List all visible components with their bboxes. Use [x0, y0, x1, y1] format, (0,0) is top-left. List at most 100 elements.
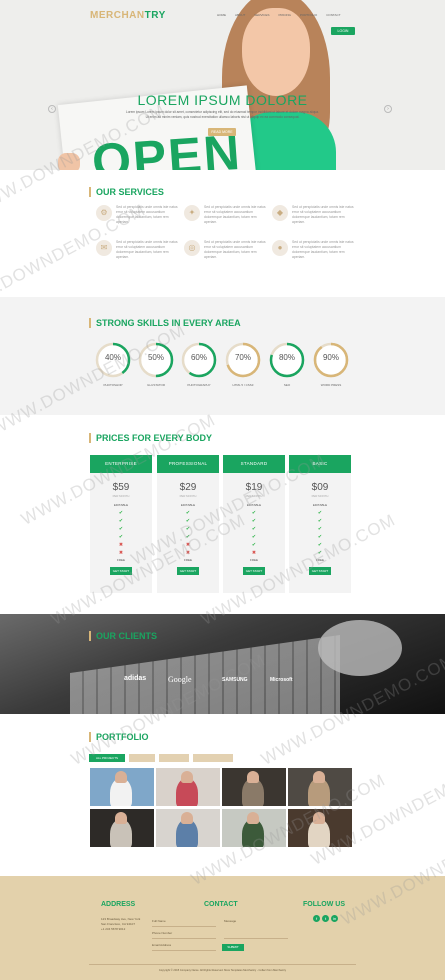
- skill-label: SEO: [283, 383, 291, 387]
- skill-item: 90% WORD PRESS: [312, 341, 350, 387]
- nav-item-pricing[interactable]: PRICING: [278, 13, 291, 17]
- skill-item: 40% PHOTOSHOP: [94, 341, 132, 387]
- check-icon: ✔: [251, 534, 257, 540]
- facebook-icon[interactable]: f: [313, 915, 320, 922]
- check-icon: ✔: [251, 526, 257, 532]
- service-text: Sed ut perspiciatis unde omnis iste natu…: [292, 205, 354, 224]
- plan-get-start-button[interactable]: GET START: [177, 567, 199, 575]
- check-icon: ✔: [185, 534, 191, 540]
- check-icon: ✔: [251, 510, 257, 516]
- skills-title: STRONG SKILLS IN EVERY AREA: [89, 318, 241, 328]
- slider-next-arrow-icon[interactable]: ›: [384, 105, 392, 113]
- plan-name: STANDARD: [223, 455, 285, 473]
- contact-email-underline: [152, 950, 216, 951]
- gear-icon: ⚙: [96, 205, 112, 221]
- contact-name-field[interactable]: Full Name: [152, 919, 166, 924]
- plan-get-start-button[interactable]: GET START: [243, 567, 265, 575]
- service-item: ◎ Sed ut perspiciatis unde omnis iste nat…: [184, 240, 266, 270]
- contact-email-field[interactable]: Email Address: [152, 943, 171, 948]
- skill-label: WORD PRESS: [320, 383, 342, 387]
- plan-get-start-button[interactable]: GET START: [110, 567, 132, 575]
- nav-item-home[interactable]: HOME: [217, 13, 226, 17]
- photo-head: [247, 812, 259, 824]
- keyboard-photo: [70, 635, 340, 714]
- check-icon: ✔: [118, 526, 124, 532]
- check-icon: ✔: [185, 518, 191, 524]
- portfolio-tab-all[interactable]: ALL PROJECTS: [89, 754, 125, 762]
- hero-subtitle-line2: Ut enim ad minim veniam, quis nostrud ex…: [145, 114, 300, 119]
- plan-period: PER MONTH: [112, 494, 130, 498]
- photo-head: [115, 812, 127, 824]
- skill-item: 70% HTML 5 / CSS3: [224, 341, 262, 387]
- portfolio-photo[interactable]: [288, 809, 352, 847]
- hero-read-more-button[interactable]: READ MORE: [208, 128, 236, 136]
- plan-feature: EDITABLE: [312, 503, 328, 507]
- cross-icon: ✖: [118, 550, 124, 556]
- plan-price: $29: [179, 482, 197, 493]
- cross-icon: ✖: [185, 542, 191, 548]
- hero-model-face: [242, 8, 310, 96]
- photo-head: [181, 771, 193, 783]
- contact-message-field[interactable]: Message: [224, 919, 236, 924]
- nav-item-contact[interactable]: CONTACT: [326, 13, 340, 17]
- skill-label: HTML 5 / CSS3: [232, 383, 254, 387]
- contact-name-underline: [152, 926, 216, 927]
- nav-item-about[interactable]: ABOUT: [235, 13, 245, 17]
- photo-head: [313, 771, 325, 783]
- check-icon: ✔: [251, 518, 257, 524]
- portfolio-photo[interactable]: [222, 809, 286, 847]
- hero-subtitle: Lorem ipsum Lorem ipsum dolor sit amet, …: [0, 110, 445, 119]
- login-button[interactable]: LOGIN: [331, 27, 355, 35]
- plan-price: $59: [112, 482, 130, 493]
- photo-head: [313, 812, 325, 824]
- plan-feature-list: ✔ ✔ ✔ ✔ ✔ ✔: [289, 509, 351, 557]
- check-icon: ✔: [118, 518, 124, 524]
- contact-phone-field[interactable]: Phone Number: [152, 931, 172, 936]
- copyright: Copyright © 2015 Company Name. All Right…: [158, 969, 287, 972]
- portfolio-tab-4[interactable]: [193, 754, 233, 762]
- skill-label: PHOTOGRAPHY: [187, 383, 211, 387]
- portfolio-photo[interactable]: [156, 768, 220, 806]
- clients-title: OUR CLIENTS: [89, 631, 157, 641]
- nav-item-services[interactable]: SERVICES: [254, 13, 269, 17]
- photo-head: [115, 771, 127, 783]
- service-item: ✦ Sed ut perspiciatis unde omnis iste nat…: [184, 205, 266, 235]
- portfolio-photo[interactable]: [90, 809, 154, 847]
- check-icon: ✔: [317, 542, 323, 548]
- slider-prev-arrow-icon[interactable]: ‹: [48, 105, 56, 113]
- portfolio-photo[interactable]: [222, 768, 286, 806]
- check-icon: ✔: [185, 526, 191, 532]
- footer-contact-title: CONTACT: [204, 901, 238, 908]
- brand-logo[interactable]: MERCHANTRY: [90, 10, 166, 21]
- nav-item-portfolio[interactable]: PORTFOLIO: [300, 13, 317, 17]
- portfolio-photo[interactable]: [156, 809, 220, 847]
- plan-period: PER MONTH: [245, 494, 263, 498]
- cross-icon: ✖: [251, 550, 257, 556]
- skill-percent: 80%: [278, 353, 295, 362]
- photo-head: [181, 812, 193, 824]
- check-icon: ✔: [317, 518, 323, 524]
- check-icon: ✔: [118, 534, 124, 540]
- diamond-icon: ◆: [272, 205, 288, 221]
- skill-percent: 40%: [104, 353, 121, 362]
- footer-divider: [89, 964, 356, 965]
- linkedin-icon[interactable]: in: [331, 915, 338, 922]
- contact-submit-button[interactable]: SUBMIT: [222, 944, 244, 951]
- contact-phone-underline: [152, 938, 216, 939]
- check-icon: ✔: [251, 542, 257, 548]
- portfolio-tab-3[interactable]: [159, 754, 189, 762]
- portfolio-photo[interactable]: [90, 768, 154, 806]
- plan-get-start-button[interactable]: GET START: [309, 567, 331, 575]
- portfolio-tab-2[interactable]: [129, 754, 155, 762]
- twitter-icon[interactable]: t: [322, 915, 329, 922]
- footer-address-title: ADDRESS: [101, 901, 136, 908]
- plan-feature: EDITABLE: [113, 503, 129, 507]
- contact-message-underline: [224, 938, 288, 939]
- clients-section: [0, 614, 445, 714]
- service-item: ● Sed ut perspiciatis unde omnis iste nat…: [272, 240, 354, 270]
- portfolio-photo[interactable]: [288, 768, 352, 806]
- client-logo-adidas: adidas: [124, 675, 147, 682]
- skill-percent: 90%: [322, 353, 339, 362]
- plan-free-label: FREE: [116, 558, 125, 562]
- skill-percent: 50%: [147, 353, 164, 362]
